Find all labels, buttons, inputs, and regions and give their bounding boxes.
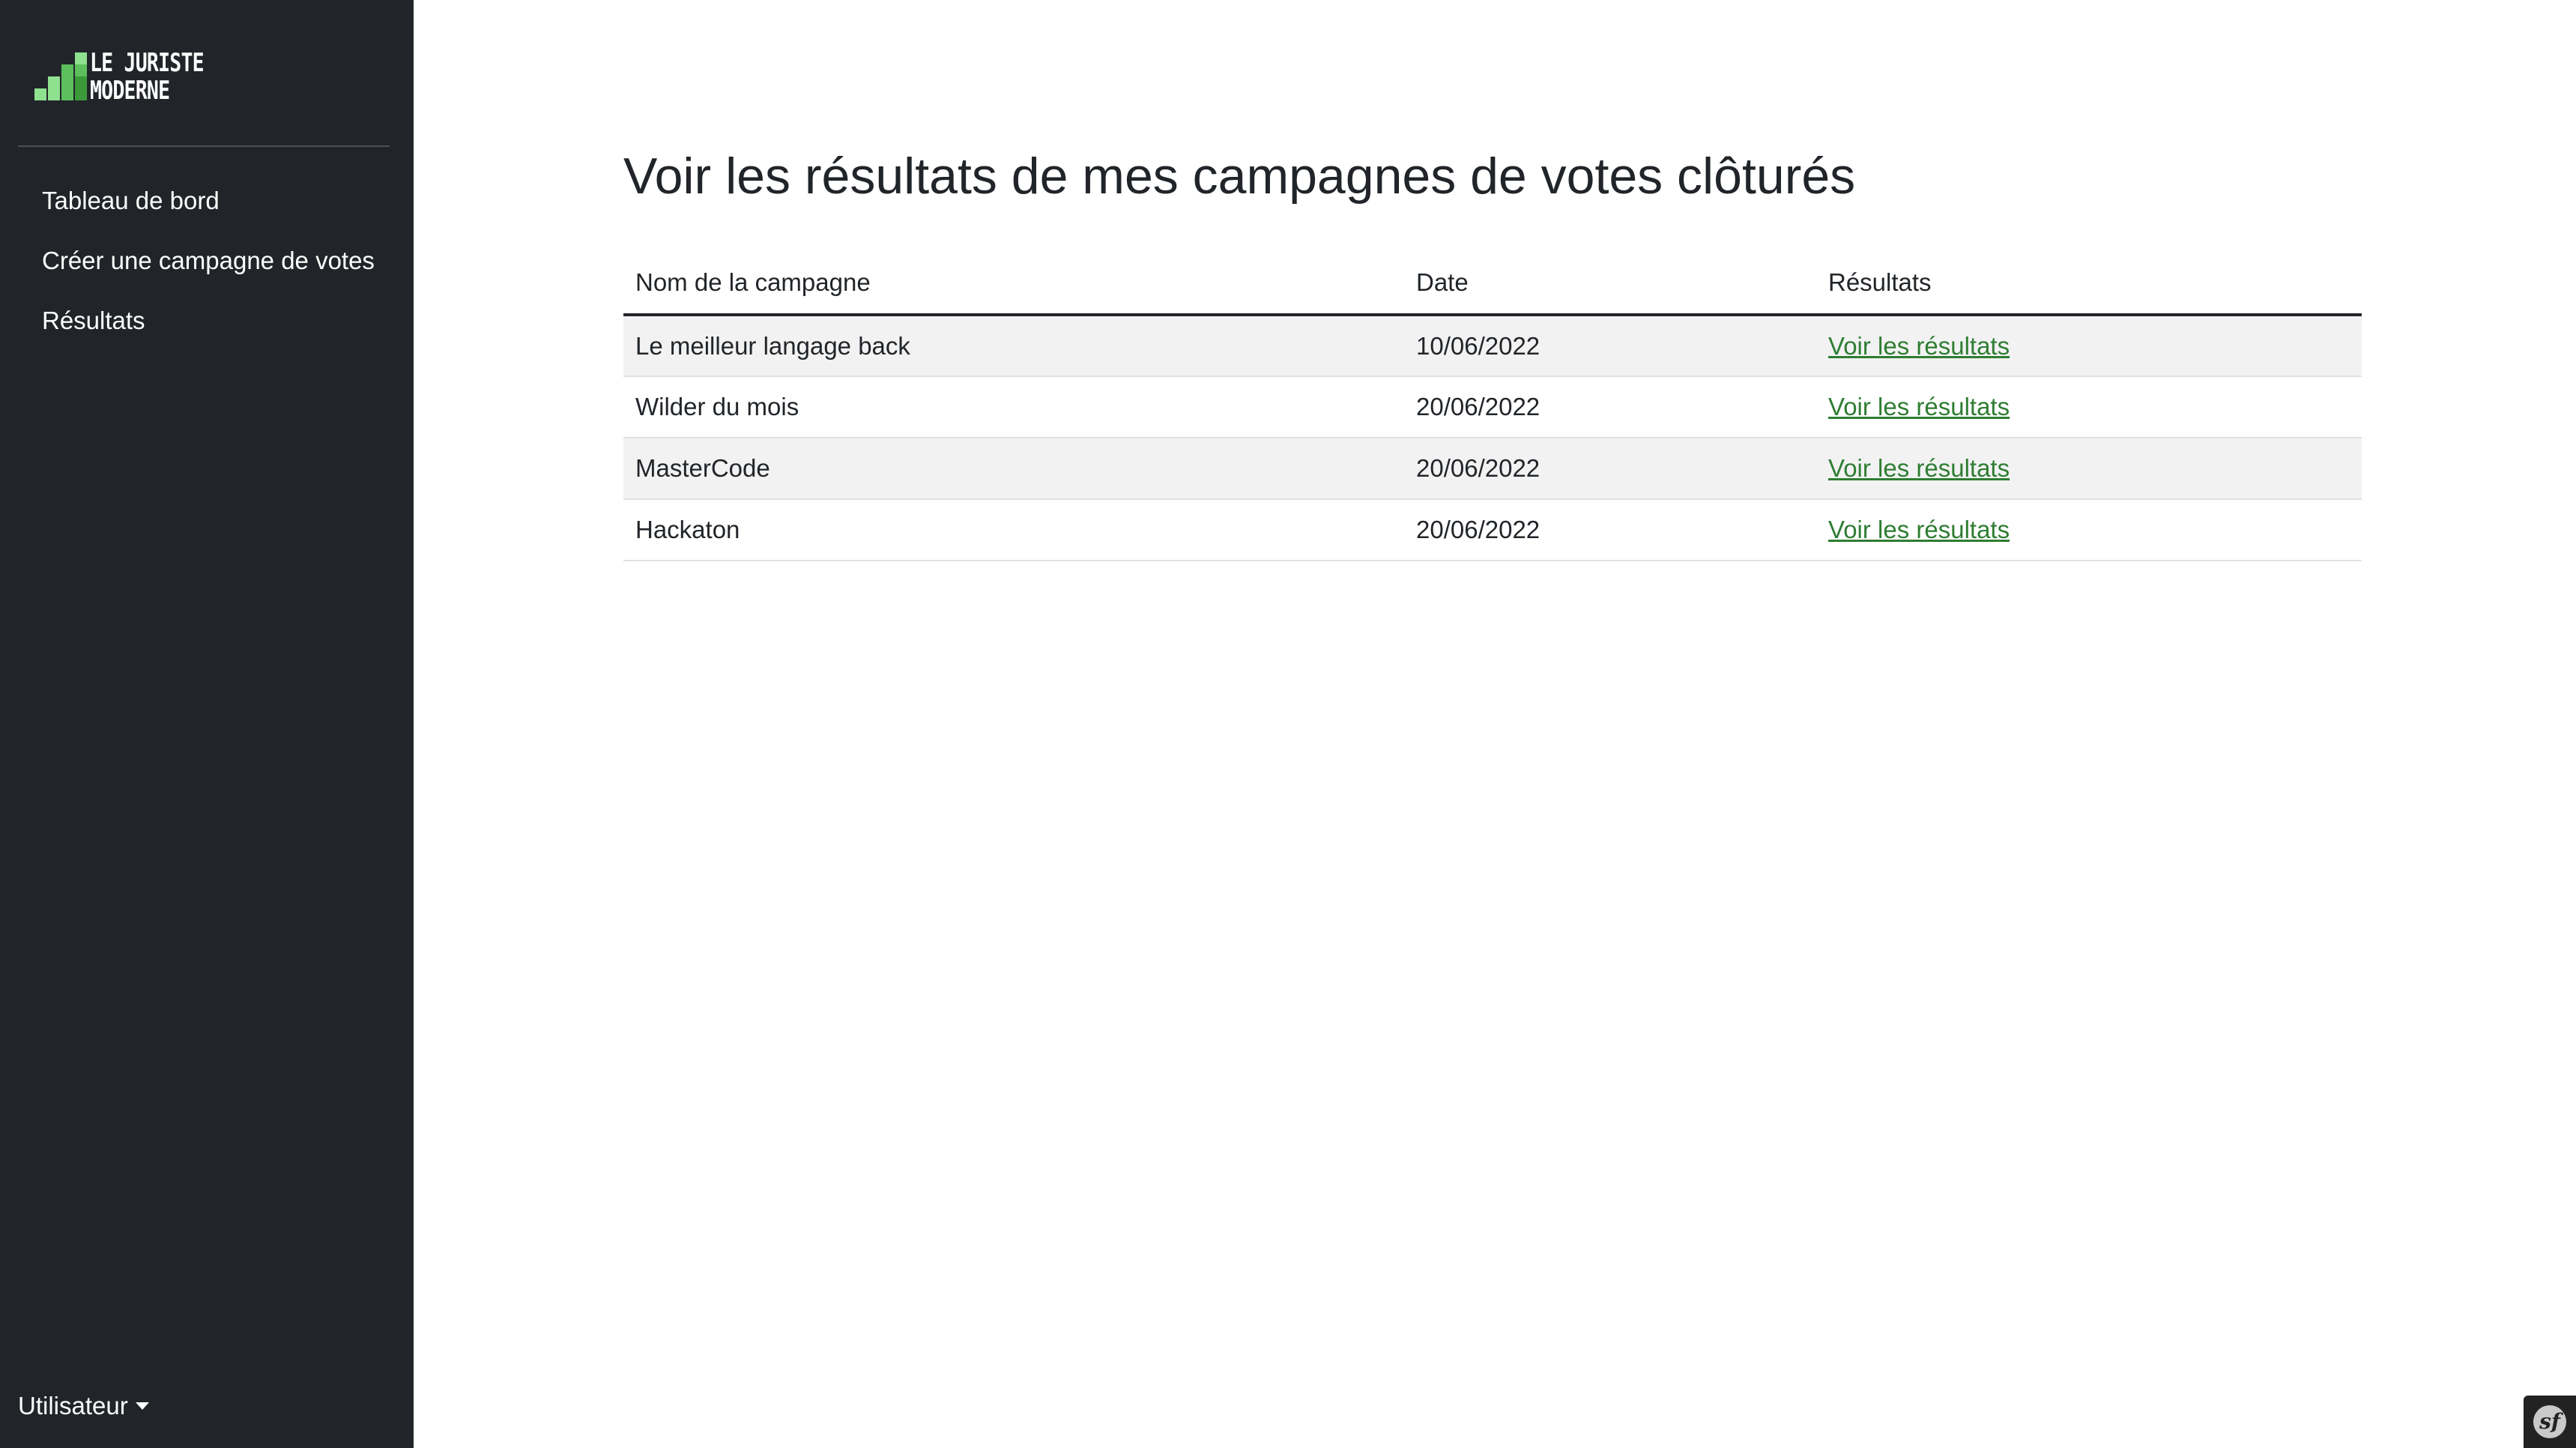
campaign-date: 20/06/2022 [1404,376,1816,438]
view-results-link[interactable]: Voir les résultats [1828,516,2010,543]
column-header-name: Nom de la campagne [623,252,1404,316]
campaign-name: Wilder du mois [623,376,1404,438]
brand-logo[interactable]: LE JURISTE MODERNE [33,49,213,106]
results-cell: Voir les résultats [1816,376,2362,438]
sidebar-divider [18,145,390,147]
user-menu-dropdown[interactable]: Utilisateur [18,1390,149,1423]
results-cell: Voir les résultats [1816,438,2362,500]
sidebar-item-results[interactable]: Résultats [0,297,414,357]
campaign-date: 10/06/2022 [1404,315,1816,377]
campaign-name: Hackaton [623,499,1404,561]
caret-down-icon [135,1402,149,1410]
campaign-name: Le meilleur langage back [623,315,1404,377]
logo-bars-icon [33,49,87,103]
symfony-icon: sf [2533,1405,2566,1438]
campaign-date: 20/06/2022 [1404,438,1816,500]
campaign-results-table: Nom de la campagne Date Résultats Le mei… [623,252,2362,561]
view-results-link[interactable]: Voir les résultats [1828,393,2010,420]
sidebar: LE JURISTE MODERNE Tableau de bord Créer… [0,0,414,1448]
sidebar-item-dashboard[interactable]: Tableau de bord [0,177,414,237]
debug-toolbar-toggle[interactable]: sf [2524,1396,2576,1448]
table-row: Wilder du mois 20/06/2022 Voir les résul… [623,376,2362,438]
brand-line-1: LE JURISTE [90,48,205,78]
campaign-name: MasterCode [623,438,1404,500]
table-row: MasterCode 20/06/2022 Voir les résultats [623,438,2362,500]
results-cell: Voir les résultats [1816,315,2362,377]
sidebar-nav: Tableau de bord Créer une campagne de vo… [0,177,414,357]
table-row: Hackaton 20/06/2022 Voir les résultats [623,499,2362,561]
app: LE JURISTE MODERNE Tableau de bord Créer… [0,0,2576,1448]
results-cell: Voir les résultats [1816,499,2362,561]
page-title: Voir les résultats de mes campagnes de v… [623,148,1856,205]
brand-line-2: MODERNE [90,76,170,106]
campaign-date: 20/06/2022 [1404,499,1816,561]
column-header-results: Résultats [1816,252,2362,316]
table-header-row: Nom de la campagne Date Résultats [623,252,2362,316]
column-header-date: Date [1404,252,1816,316]
brand-name: LE JURISTE MODERNE [90,48,205,106]
user-menu-label: Utilisateur [18,1392,128,1420]
main-content: Voir les résultats de mes campagnes de v… [414,0,2576,1448]
table-row: Le meilleur langage back 10/06/2022 Voir… [623,315,2362,377]
sidebar-item-create-campaign[interactable]: Créer une campagne de votes [0,237,414,297]
view-results-link[interactable]: Voir les résultats [1828,332,2010,360]
view-results-link[interactable]: Voir les résultats [1828,454,2010,482]
